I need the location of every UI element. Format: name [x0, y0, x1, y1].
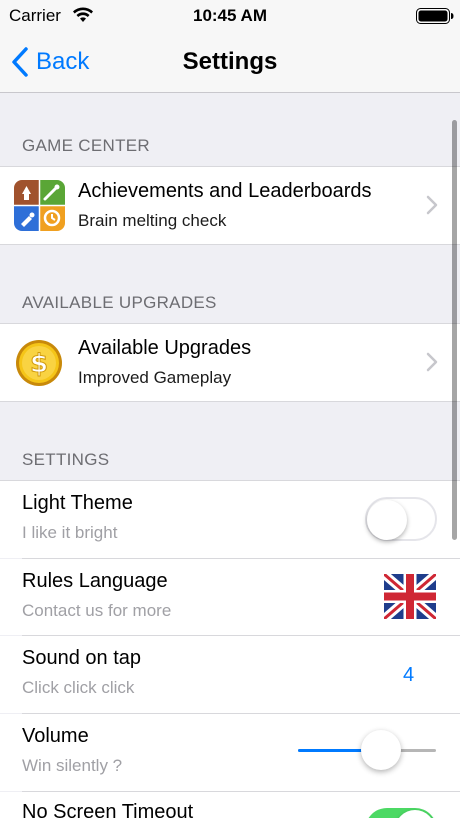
divider — [0, 244, 460, 245]
divider — [0, 401, 460, 402]
status-bar: Carrier 10:45 AM — [0, 0, 460, 32]
cell-subtitle: Brain melting check — [78, 211, 227, 230]
svg-text:$: $ — [30, 349, 48, 379]
cell-title: Achievements and Leaderboards — [78, 180, 372, 202]
sound-value[interactable]: 4 — [403, 664, 414, 687]
dollar-coin-icon: $ — [16, 340, 62, 386]
row-subtitle: Win silently ? — [22, 756, 123, 775]
game-center-cell[interactable]: Achievements and Leaderboards Brain melt… — [0, 167, 460, 244]
volume-slider[interactable] — [298, 730, 436, 770]
upgrades-cell[interactable]: $ Available Upgrades Improved Gameplay — [0, 324, 460, 401]
toggle-knob — [367, 500, 407, 540]
row-title: No Screen Timeout — [22, 801, 194, 818]
status-time: 10:45 AM — [192, 6, 267, 25]
light-theme-row: Light Theme I like it bright — [0, 481, 460, 558]
section-header-upgrades: AVAILABLE UPGRADES — [22, 293, 217, 312]
row-title: Rules Language — [22, 570, 168, 592]
no-screen-timeout-row: No Screen Timeout — [0, 792, 460, 818]
no-screen-timeout-toggle[interactable] — [365, 808, 437, 818]
row-title: Light Theme — [22, 492, 133, 514]
section-header-settings: SETTINGS — [22, 450, 110, 469]
navigation-bar: Back Settings — [0, 32, 460, 93]
light-theme-toggle[interactable] — [365, 497, 437, 541]
row-title: Sound on tap — [22, 647, 141, 669]
page-title: Settings — [182, 48, 278, 75]
row-subtitle: Click click click — [22, 678, 135, 697]
row-subtitle: Contact us for more — [22, 601, 172, 620]
sound-on-tap-row[interactable]: Sound on tap Click click click 4 — [0, 636, 460, 713]
toggle-knob — [395, 810, 435, 818]
scroll-indicator[interactable] — [452, 120, 457, 540]
row-subtitle: I like it bright — [22, 523, 118, 542]
chevron-right-icon — [426, 352, 438, 372]
section-header-game-center: GAME CENTER — [22, 136, 150, 155]
row-title: Volume — [22, 725, 89, 747]
chevron-right-icon — [426, 195, 438, 215]
rules-language-row[interactable]: Rules Language Contact us for more — [0, 559, 460, 635]
battery-icon — [416, 8, 454, 24]
cell-subtitle: Improved Gameplay — [78, 368, 232, 387]
slider-thumb[interactable] — [360, 730, 401, 770]
cell-title: Available Upgrades — [78, 337, 252, 359]
game-center-icon — [14, 180, 65, 231]
volume-row: Volume Win silently ? — [0, 714, 460, 791]
uk-flag-icon[interactable] — [384, 574, 436, 619]
